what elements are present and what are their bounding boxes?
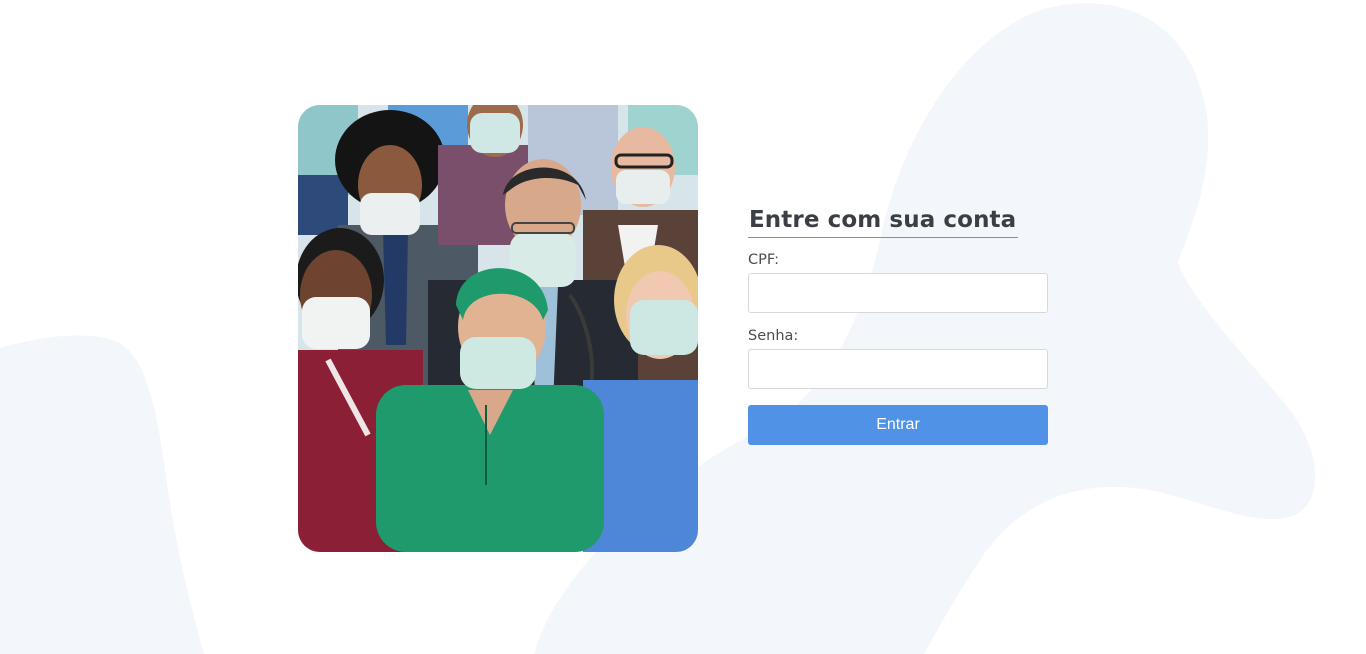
password-label: Senha:: [748, 328, 799, 344]
cpf-label: CPF:: [748, 252, 779, 268]
password-input[interactable]: [748, 349, 1048, 389]
cpf-input[interactable]: [748, 273, 1048, 313]
healthcare-workers-image: [298, 105, 698, 552]
background-blob-left: [0, 335, 204, 654]
login-page: Entre com sua conta CPF: Senha: Entrar: [0, 0, 1366, 654]
login-title: Entre com sua conta: [748, 205, 1019, 238]
login-button[interactable]: Entrar: [748, 405, 1048, 445]
hero-photo: [298, 105, 698, 552]
login-form: Entre com sua conta CPF: Senha: Entrar: [748, 205, 1048, 445]
